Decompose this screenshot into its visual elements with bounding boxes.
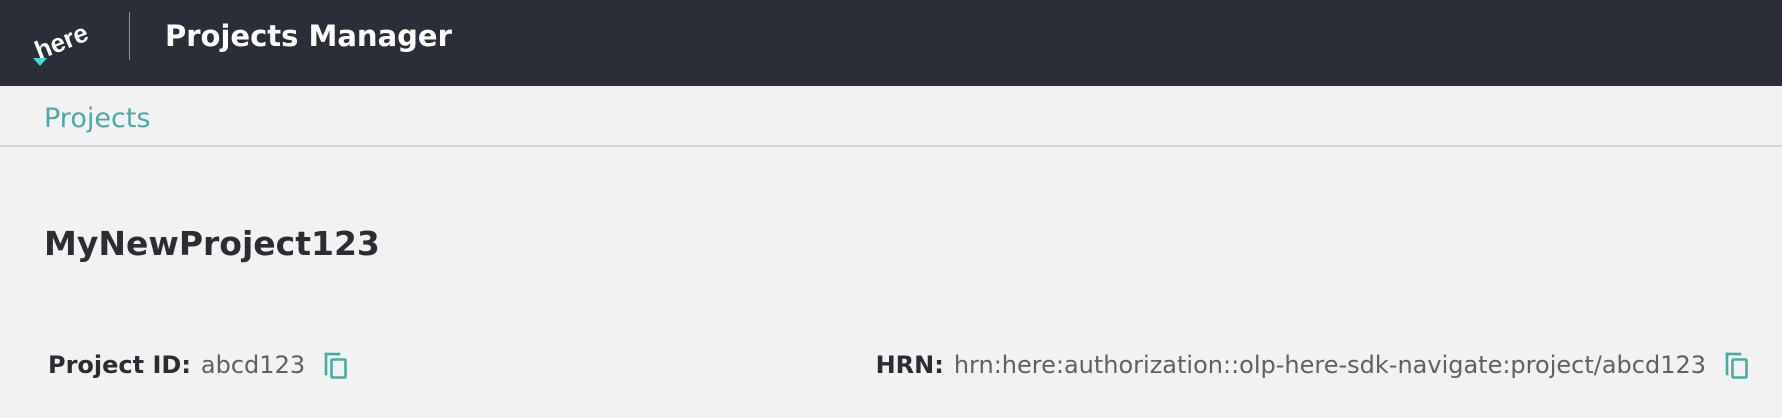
copy-icon: [1725, 352, 1748, 379]
copy-icon: [324, 352, 347, 379]
project-id-label: Project ID:: [48, 351, 191, 379]
hrn-value: hrn:here:authorization::olp-here-sdk-nav…: [953, 351, 1706, 379]
hrn-row: HRN: hrn:here:authorization::olp-here-sd…: [876, 349, 1752, 381]
here-logo[interactable]: here: [30, 14, 105, 70]
copy-hrn-button[interactable]: [1722, 349, 1752, 381]
copy-project-id-button[interactable]: [321, 349, 351, 381]
breadcrumb-projects-link[interactable]: Projects: [44, 102, 150, 136]
project-id-value: abcd123: [200, 351, 306, 379]
hrn-label: HRN:: [875, 351, 944, 379]
project-id-row: Project ID: abcd123: [48, 349, 351, 381]
app-title: Projects Manager: [165, 19, 452, 53]
page-title: MyNewProject123: [44, 224, 380, 263]
top-bar: here Projects Manager: [0, 0, 1782, 86]
breadcrumb: Projects: [0, 86, 1782, 147]
header-divider: [129, 12, 130, 60]
